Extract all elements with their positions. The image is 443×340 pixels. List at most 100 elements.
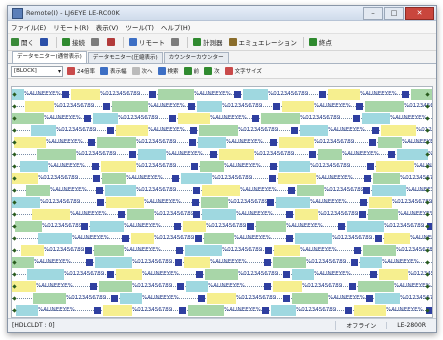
close-button[interactable]: ✕	[405, 6, 434, 20]
frame-text: %0123456789	[332, 235, 373, 241]
frame-marker	[370, 271, 377, 278]
frame-marker	[85, 247, 92, 254]
frame-marker	[193, 187, 200, 194]
record-icon	[193, 38, 201, 46]
frame-block	[373, 173, 400, 184]
data-monitor-area[interactable]: %ALINEEYE% %0123456789 %ALINEEYE% %01234567…	[11, 86, 433, 318]
menu-file[interactable]: ファイル(E)	[11, 22, 46, 32]
device-button[interactable]	[91, 38, 101, 46]
row-start-marker	[12, 152, 17, 157]
frame-text: %ALINEEYE%	[314, 271, 351, 277]
toolbar-separator	[123, 36, 124, 48]
frame-marker	[176, 247, 183, 254]
tab-counter[interactable]: カウンターカウンター	[163, 52, 229, 63]
frame-text: %0123456789	[132, 283, 173, 289]
frame-marker	[81, 223, 88, 230]
data-row: %0123456789 %ALINEEYE% %0123456789 %ALINEEY…	[12, 197, 432, 209]
frame-block	[97, 137, 136, 148]
frame-marker	[129, 151, 136, 158]
frame-text: %0123456789	[54, 103, 95, 109]
frame-marker	[432, 283, 433, 290]
block-select[interactable]: [BLOCK]	[11, 65, 63, 77]
end-button[interactable]: 終点	[308, 37, 332, 47]
main-toolbar: 開く 接続 リモート 計測器 エミュエレーション 終点	[8, 34, 436, 51]
frame-marker	[94, 307, 101, 314]
next-button[interactable]: 次へ	[131, 67, 153, 75]
frame-marker	[172, 175, 179, 182]
frame-marker	[122, 235, 129, 242]
frame-marker	[291, 127, 298, 134]
frame-text: %ALINEEYE%	[210, 259, 247, 265]
menu-remote[interactable]: リモート(R)	[53, 22, 89, 32]
frame-marker	[175, 259, 182, 266]
tab-monitor-normal[interactable]: データモニター(通常表示)	[12, 51, 87, 63]
frame-text: %0123456789	[228, 199, 267, 205]
menu-view[interactable]: 表示(V)	[96, 22, 119, 32]
forward-icon	[204, 67, 213, 75]
data-row: %0123456789 %ALINEEYE% %0123456789 %ALINEEY…	[12, 269, 432, 281]
frame-marker	[359, 211, 366, 218]
data-row: %0123456789 %ALINEEYE% %0123456789 %ALINEEY…	[12, 173, 432, 185]
frame-block	[116, 125, 148, 136]
device-icon	[91, 38, 99, 46]
frame-marker	[264, 259, 271, 266]
frame-marker	[267, 199, 274, 206]
frame-text: %0123456789	[154, 235, 195, 241]
emulation-button[interactable]: エミュエレーション	[228, 37, 297, 47]
search-button[interactable]: 検索	[157, 67, 179, 75]
frame-text: %0123456789	[302, 283, 343, 289]
frame-block	[131, 233, 154, 244]
frame-text: %0123456789	[324, 187, 363, 193]
remote-button[interactable]: リモート	[129, 37, 165, 47]
frame-block	[204, 233, 234, 244]
data-row: %ALINEEYE% %0123456789 %ALINEEYE% %01234567…	[12, 89, 432, 101]
frame-text: %0123456789	[222, 103, 263, 109]
frame-block	[278, 173, 316, 184]
frame-block	[21, 245, 44, 256]
disconnect-button[interactable]	[107, 38, 117, 46]
frame-marker	[364, 175, 371, 182]
frame-block	[200, 161, 224, 172]
frame-marker	[354, 247, 361, 254]
menu-help[interactable]: ヘルプ(H)	[161, 22, 190, 32]
prev-button[interactable]: 前	[183, 67, 199, 75]
frame-block	[106, 197, 144, 208]
tab-monitor-compressed[interactable]: データモニター(圧縮表示)	[87, 52, 163, 63]
frame-marker	[265, 247, 272, 254]
frame-text: %0123456789	[238, 271, 279, 277]
status-hdlc: [HDLCLDT : 0]	[12, 322, 55, 329]
menu-tools[interactable]: ツール(T)	[125, 22, 154, 32]
frame-block	[279, 161, 310, 172]
save-button[interactable]	[40, 38, 50, 46]
frame-text: %ALINEEYE%	[310, 199, 347, 205]
open-button[interactable]: 開く	[11, 37, 34, 47]
width-button[interactable]: 表示幅	[100, 67, 127, 75]
frame-marker	[262, 307, 269, 314]
frame-text: %ALINEEYE%	[50, 187, 87, 193]
frame-marker	[270, 163, 277, 170]
connect-button[interactable]: 接続	[62, 37, 85, 47]
record-button[interactable]: 計測器	[193, 37, 223, 47]
data-row: %ALINEEYE% %0123456789 %ALINEEYE% %01234567…	[12, 281, 432, 293]
frame-text: %0123456789	[206, 223, 247, 229]
setting-button[interactable]	[171, 38, 181, 46]
toolbar-label: 接続	[72, 39, 85, 47]
font-size-button[interactable]: 文字サイズ	[224, 67, 262, 75]
data-row: %ALINEEYE% %0123456789 %ALINEEYE% %01234567…	[12, 209, 432, 221]
app-window: Remote(I) - LJ6EYE LE-RC00K – □ ✕ ファイル(E…	[7, 5, 437, 333]
frame-marker	[62, 91, 69, 98]
minimize-button[interactable]: –	[363, 6, 383, 20]
setting-icon	[171, 38, 179, 46]
frame-marker	[264, 283, 271, 290]
frame-block	[363, 245, 396, 256]
forward-button[interactable]: 次	[204, 67, 220, 75]
frame-text: %ALINEEYE%	[342, 151, 379, 157]
frame-marker	[107, 127, 114, 134]
frame-block	[37, 149, 76, 160]
zoom-button[interactable]: 24倍率	[67, 67, 95, 75]
maximize-button[interactable]: □	[384, 6, 404, 20]
next-icon	[131, 67, 140, 75]
frame-block	[354, 305, 386, 316]
frame-text: %ALINEEYE%	[166, 151, 203, 157]
frame-text: %ALINEEYE%	[234, 235, 271, 241]
